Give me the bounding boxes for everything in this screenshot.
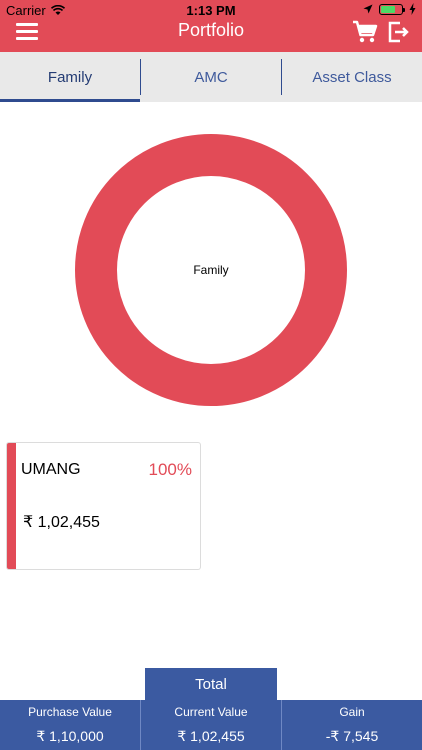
status-right — [363, 3, 416, 15]
card-accent-bar — [7, 443, 16, 569]
tab-family[interactable]: Family — [0, 52, 140, 102]
cart-icon — [353, 20, 378, 43]
member-percent: 100% — [148, 460, 192, 479]
total-label: Total — [145, 668, 277, 700]
cart-button[interactable] — [352, 20, 378, 44]
logout-icon — [388, 21, 409, 43]
member-amount: ₹ 1,02,455 — [23, 514, 100, 531]
donut-center-label: Family — [193, 263, 229, 277]
status-bar: Carrier 1:13 PM — [0, 0, 422, 20]
totals-footer: Purchase Value ₹ 1,10,000 Current Value … — [0, 700, 422, 750]
purchase-value-label: Purchase Value — [28, 705, 112, 719]
family-member-card[interactable]: UMANG 100% ₹ 1,02,455 — [6, 442, 201, 570]
current-value-amount: ₹ 1,02,455 — [177, 728, 245, 744]
gain-cell: Gain -₹ 7,545 — [281, 700, 422, 750]
current-value-label: Current Value — [174, 705, 248, 719]
status-time: 1:13 PM — [186, 3, 236, 18]
purchase-value-amount: ₹ 1,10,000 — [36, 728, 104, 744]
charging-bolt-icon — [409, 3, 416, 15]
gain-label: Gain — [339, 705, 365, 719]
location-arrow-icon — [363, 4, 373, 14]
purchase-value-cell: Purchase Value ₹ 1,10,000 — [0, 700, 140, 750]
tab-asset-class[interactable]: Asset Class — [282, 52, 422, 102]
logout-button[interactable] — [386, 20, 410, 44]
app-header: Portfolio — [0, 20, 422, 52]
tab-bar: Family AMC Asset Class — [0, 52, 422, 102]
battery-icon — [379, 3, 405, 15]
member-name: UMANG — [21, 461, 81, 478]
app-root: Carrier 1:13 PM Portfolio Family AMC Ass… — [0, 0, 422, 750]
current-value-cell: Current Value ₹ 1,02,455 — [140, 700, 281, 750]
tab-amc[interactable]: AMC — [141, 52, 281, 102]
gain-amount: -₹ 7,545 — [325, 728, 379, 744]
